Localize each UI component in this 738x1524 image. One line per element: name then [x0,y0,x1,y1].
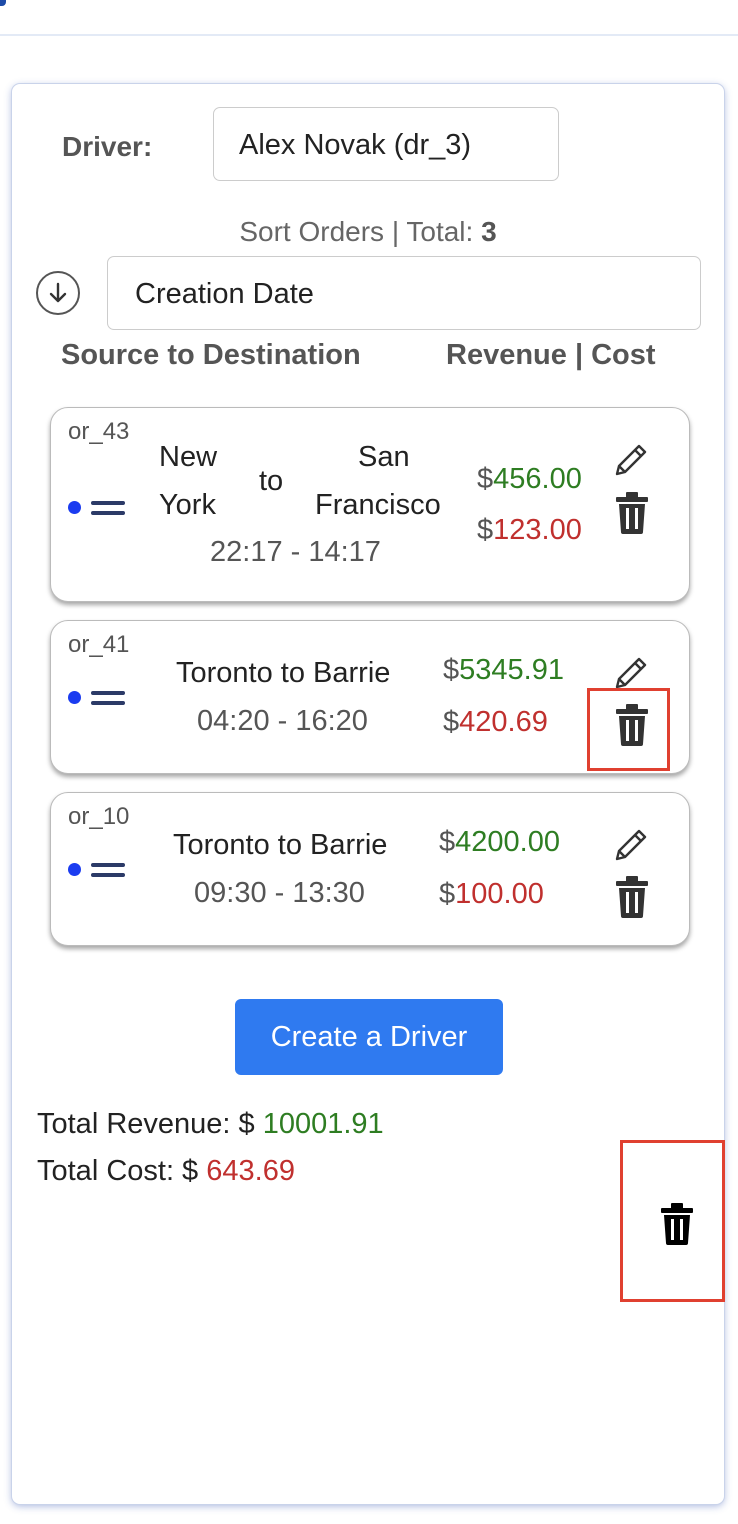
order-time: 04:20 - 16:20 [197,705,368,737]
cost-value: 420.69 [459,706,548,738]
source-line-2: York [159,489,216,521]
order-id: or_43 [68,418,130,445]
sort-caption-text: Sort Orders | Total: [239,216,482,247]
order-cost: $420.69 [443,706,548,739]
order-card[interactable]: or_43 New York to San Francisco 22:17 - … [50,407,690,602]
drag-handle-icon[interactable] [91,501,125,515]
cost-value: 100.00 [455,878,544,910]
revenue-value: 456.00 [493,463,582,495]
pencil-icon[interactable] [611,825,651,865]
top-bar [0,0,738,36]
destination-line-1: San [358,441,410,473]
highlight-box [620,1140,725,1302]
trash-icon[interactable] [616,876,648,918]
order-cost: $123.00 [477,514,582,547]
driver-panel: Driver: Alex Novak (dr_3) Sort Orders | … [12,84,724,1504]
pencil-icon[interactable] [611,653,651,693]
order-id: or_10 [68,803,130,830]
driver-select[interactable]: Alex Novak (dr_3) [213,107,559,181]
sort-field-select[interactable]: Creation Date [107,256,701,330]
sort-caption: Sort Orders | Total: 3 [12,216,724,248]
order-revenue: $456.00 [477,463,582,496]
route-to: to [259,465,284,497]
order-time: 09:30 - 13:30 [194,877,365,909]
destination-line-2: Francisco [315,489,441,521]
status-dot [68,863,81,876]
driver-label: Driver: [62,131,153,162]
total-cost-label: Total Cost: $ [37,1155,207,1187]
order-card[interactable]: or_10 Toronto to Barrie 09:30 - 13:30 $4… [50,792,690,946]
revenue-value: 4200.00 [455,826,560,858]
order-cost: $100.00 [439,878,544,911]
create-driver-button[interactable]: Create a Driver [235,999,503,1075]
drag-handle-icon[interactable] [91,863,125,877]
order-total-count: 3 [481,216,497,247]
highlight-box [587,688,670,771]
currency-symbol: $ [439,878,456,910]
currency-symbol: $ [477,514,494,546]
order-revenue: $5345.91 [443,654,564,687]
order-id: or_41 [68,631,130,658]
order-route: Toronto to Barrie [176,657,391,689]
total-revenue-label: Total Revenue: $ [37,1108,263,1140]
pencil-icon[interactable] [611,440,651,480]
total-revenue-value: 10001.91 [262,1108,384,1140]
cost-value: 123.00 [493,514,582,546]
order-time: 22:17 - 14:17 [210,536,381,568]
order-revenue: $4200.00 [439,826,560,859]
status-dot [68,501,81,514]
currency-symbol: $ [477,463,494,495]
column-header-route: Source to Destination [61,339,361,371]
source-line-1: New [159,441,218,473]
currency-symbol: $ [439,826,456,858]
revenue-value: 5345.91 [459,654,564,686]
currency-symbol: $ [443,654,460,686]
sort-direction-toggle[interactable] [36,271,80,315]
column-header-money: Revenue | Cost [446,339,656,371]
order-route: Toronto to Barrie [173,829,388,861]
trash-icon[interactable] [616,492,648,534]
total-cost: Total Cost: $ 643.69 [37,1155,295,1188]
status-dot [68,691,81,704]
total-cost-value: 643.69 [206,1155,295,1187]
arrow-down-circle-icon [49,282,67,303]
total-revenue: Total Revenue: $ 10001.91 [37,1108,384,1141]
logo-fragment [0,0,6,6]
currency-symbol: $ [443,706,460,738]
drag-handle-icon[interactable] [91,691,125,705]
